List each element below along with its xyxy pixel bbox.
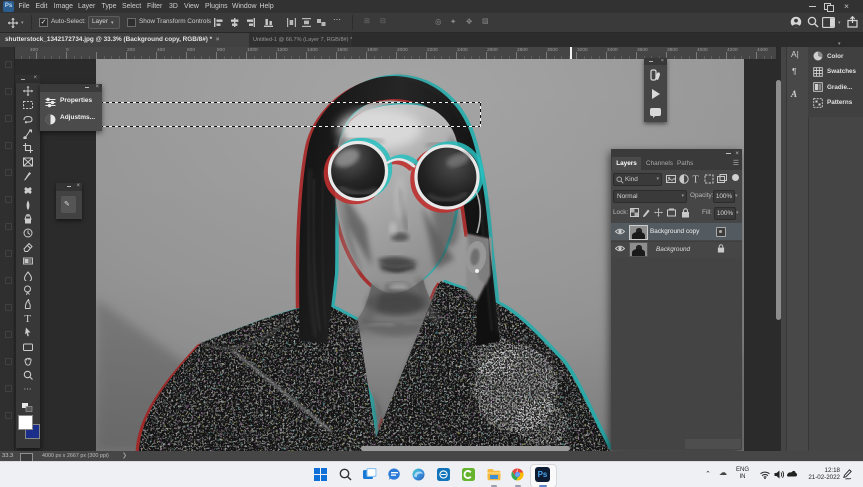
svg-text:T: T (693, 175, 699, 185)
svg-text:⋯: ⋯ (24, 385, 32, 394)
svg-text:T: T (24, 313, 31, 323)
